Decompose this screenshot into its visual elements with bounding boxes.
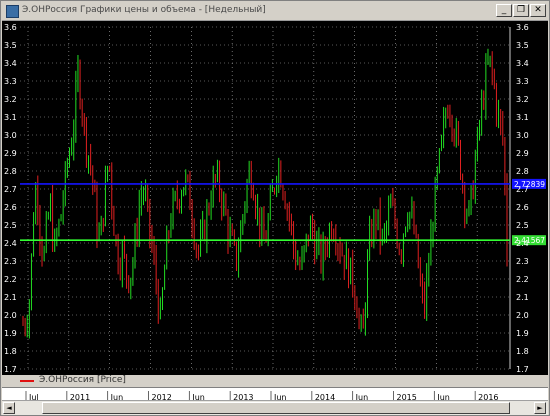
y-tick-label-right: 2.6 <box>516 203 529 212</box>
y-tick-label-left: 3.4 <box>4 59 17 68</box>
y-tick-label-right: 1.7 <box>516 365 529 374</box>
y-tick-label-left: 2.3 <box>4 257 17 266</box>
y-tick-label-left: 1.7 <box>4 365 17 374</box>
y-tick-label-left: 2.6 <box>4 203 17 212</box>
y-tick-label-left: 2.0 <box>4 311 17 320</box>
price-chart-svg: 2,728392,41567 3.6 3.63.5 3.53.4 3.43.3 3.33… <box>4 23 546 374</box>
price-bars <box>22 48 508 339</box>
y-tick-label-right: 1.9 <box>516 329 529 338</box>
minimize-button[interactable]: _ <box>496 4 512 17</box>
y-tick-label-left: 2.8 <box>4 167 17 176</box>
y-tick-label-left: 3.0 <box>4 131 17 140</box>
y-tick-label-left: 3.2 <box>4 95 17 104</box>
title-bar[interactable]: Э.ОНРоссия Графики цены и объема - [Неде… <box>2 2 548 21</box>
y-tick-label-right: 3.0 <box>516 131 529 140</box>
y-tick-label-left: 3.6 <box>4 23 17 32</box>
y-tick-label-left: 2.2 <box>4 275 17 284</box>
y-tick-label-left: 2.4 <box>4 239 17 248</box>
y-tick-label-right: 2.1 <box>516 293 529 302</box>
y-tick-label-left: 2.7 <box>4 185 17 194</box>
window-title: Э.ОНРоссия Графики цены и объема - [Неде… <box>22 5 266 15</box>
legend-swatch <box>20 380 34 382</box>
y-tick-label-left: 1.8 <box>4 347 17 356</box>
y-tick-label-left: 2.1 <box>4 293 17 302</box>
y-tick-label-right: 3.4 <box>516 59 529 68</box>
y-tick-label-right: 2.0 <box>516 311 529 320</box>
chart-window: Э.ОНРоссия Графики цены и объема - [Неде… <box>0 0 550 416</box>
y-tick-label-left: 1.9 <box>4 329 17 338</box>
grid <box>20 26 511 370</box>
y-tick-label-right: 2.8 <box>516 167 529 176</box>
scroll-right-button[interactable]: ► <box>534 402 546 414</box>
y-tick-label-right: 2.2 <box>516 275 529 284</box>
y-tick-label-right: 3.6 <box>516 23 529 32</box>
y-axis-ticks: 3.6 3.6 3.5 3.5 3.4 3.4 3.3 3.3 3.2 3.2 3.1 3.1 3.0 3… <box>4 23 529 374</box>
y-tick-label-left: 3.1 <box>4 113 17 122</box>
y-tick-label-right: 2.9 <box>516 149 529 158</box>
y-tick-label-right: 2.3 <box>516 257 529 266</box>
y-tick-label-right: 2.7 <box>516 185 529 194</box>
y-tick-label-left: 2.5 <box>4 221 17 230</box>
scroll-thumb[interactable] <box>42 402 510 414</box>
horizontal-scrollbar[interactable]: ◄ ► <box>2 400 548 415</box>
legend: Э.ОНРоссия [Price] <box>2 375 548 387</box>
y-tick-label-left: 2.9 <box>4 149 17 158</box>
y-tick-label-right: 3.2 <box>516 95 529 104</box>
y-tick-label-left: 3.5 <box>4 41 17 50</box>
y-tick-label-right: 3.5 <box>516 41 529 50</box>
close-button[interactable]: ✕ <box>530 4 546 17</box>
y-tick-label-right: 2.4 <box>516 239 529 248</box>
restore-button[interactable]: ❐ <box>513 4 529 17</box>
y-tick-label-right: 3.3 <box>516 77 529 86</box>
app-icon <box>6 5 19 18</box>
y-tick-label-right: 1.8 <box>516 347 529 356</box>
legend-label: Э.ОНРоссия [Price] <box>39 375 126 385</box>
y-tick-label-left: 3.3 <box>4 77 17 86</box>
y-tick-label-right: 2.5 <box>516 221 529 230</box>
y-tick-label-right: 3.1 <box>516 113 529 122</box>
price-chart[interactable]: 2,72839 2,41567 3.6 3.6 3.5 3.5 3.4 3.4 3.3 3.3 3… <box>2 21 548 396</box>
x-axis-bar: Jul 2011 Jun 2012 Jun 2013 Jun 2014 Jun 2015 Jun 20… <box>2 387 548 403</box>
scroll-left-button[interactable]: ◄ <box>3 402 15 414</box>
